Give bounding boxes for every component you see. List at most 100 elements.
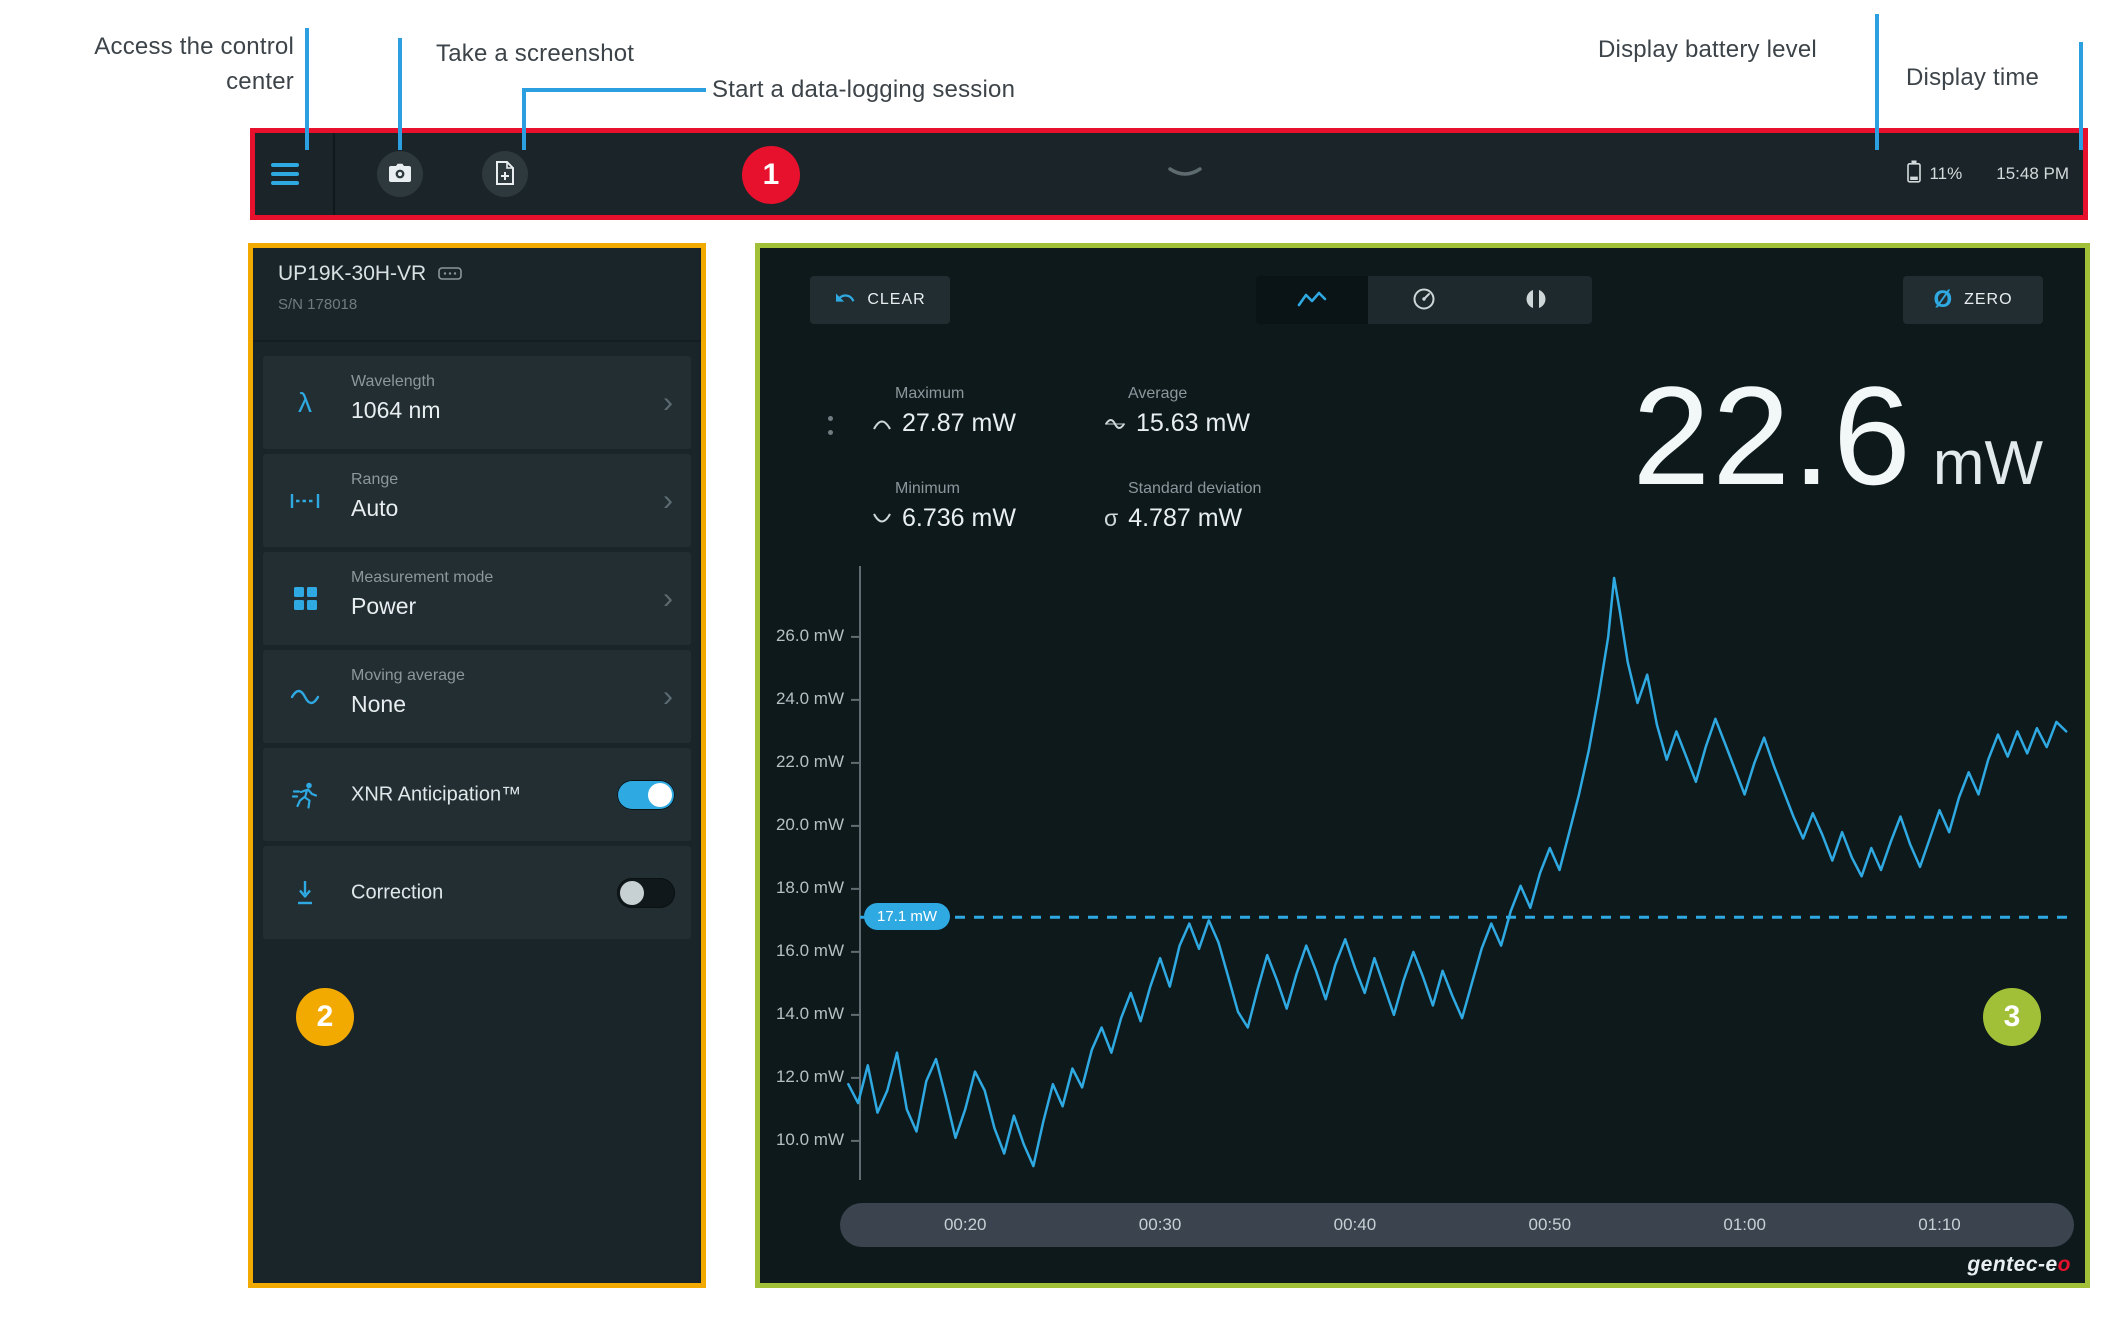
moving-average-sine-icon — [277, 650, 333, 743]
chevron-down-icon[interactable] — [1167, 165, 1203, 183]
y-axis-label: 12.0 mW — [775, 1066, 844, 1086]
setting-value: Power — [351, 593, 417, 619]
tab-line-chart[interactable] — [1256, 276, 1368, 324]
leader-line-control-center — [305, 28, 309, 150]
menu-icon[interactable] — [271, 163, 299, 185]
y-axis-label: 22.0 mW — [775, 751, 844, 771]
clear-label: CLEAR — [867, 291, 926, 308]
x-axis-label: 00:40 — [1333, 1215, 1377, 1234]
stat-value-std-dev: σ 4.787 mW — [1104, 504, 1243, 532]
chevron-right-icon: › — [663, 581, 673, 615]
stat-label-maximum: Maximum — [895, 385, 965, 402]
setting-label: Wavelength — [351, 373, 435, 390]
display-mode-tabs — [1256, 276, 1592, 324]
y-axis-label: 26.0 mW — [775, 625, 844, 645]
range-icon — [277, 454, 333, 547]
display-frame: CLEAR Ø ZERO Maximum 27.87 mW Average 15… — [755, 243, 2090, 1288]
annotation-screenshot: Take a screenshot — [436, 40, 635, 67]
setting-label: Correction — [351, 881, 444, 903]
stat-label-average: Average — [1128, 385, 1188, 402]
leader-line-datalog-h — [522, 88, 706, 92]
chevron-right-icon: › — [663, 679, 673, 713]
battery-icon — [1907, 160, 1922, 188]
annotation-control-center: Access the control center — [94, 33, 294, 95]
setting-measurement-mode[interactable]: Measurement mode Power › — [263, 552, 691, 645]
setting-wavelength[interactable]: λ Wavelength 1064 nm › — [263, 356, 691, 449]
zero-label: ZERO — [1964, 291, 2013, 308]
setting-label: Measurement mode — [351, 569, 494, 586]
screenshot-button[interactable] — [377, 151, 423, 197]
callout-badge-1: 1 — [742, 146, 800, 204]
setting-xnr-anticipation[interactable]: XNR Anticipation™ — [263, 748, 691, 841]
camera-icon — [388, 163, 412, 186]
settings-panel: UP19K-30H-VR S/N 178018 λ Wavelength 106… — [253, 248, 701, 1283]
xnr-toggle[interactable] — [617, 779, 675, 810]
clear-button[interactable]: CLEAR — [810, 276, 950, 324]
setting-correction[interactable]: Correction — [263, 846, 691, 939]
setting-label: Moving average — [351, 667, 465, 684]
correction-toggle[interactable] — [617, 877, 675, 908]
device-name-row: UP19K-30H-VR — [278, 262, 463, 286]
setting-value: 1064 nm — [351, 397, 441, 423]
y-axis-label: 10.0 mW — [775, 1129, 844, 1149]
page: Access the control center Take a screens… — [0, 0, 2121, 1338]
y-axis-label: 16.0 mW — [775, 940, 844, 960]
divider — [253, 340, 701, 342]
callout-badge-3: 3 — [1983, 988, 2041, 1046]
device-name: UP19K-30H-VR — [278, 262, 427, 285]
clock-text: 15:48 PM — [1996, 164, 2069, 183]
analog-meter-icon — [1522, 289, 1550, 312]
x-axis-label: 00:30 — [1138, 1215, 1182, 1234]
wavelength-lambda-icon: λ — [298, 386, 312, 418]
zero-icon: Ø — [1933, 286, 1954, 313]
stat-value-minimum: 6.736 mW — [872, 504, 1016, 533]
setting-moving-average[interactable]: Moving average None › — [263, 650, 691, 743]
chevron-right-icon: › — [663, 385, 673, 419]
device-serial: S/N 178018 — [278, 296, 358, 313]
annotation-time: Display time — [1906, 64, 2040, 91]
setting-label: XNR Anticipation™ — [351, 783, 522, 805]
topbar-status: 11% 15:48 PM — [1907, 160, 2069, 188]
average-icon — [1104, 409, 1126, 438]
threshold-badge[interactable]: 17.1 mW — [864, 903, 951, 931]
y-axis-label: 18.0 mW — [775, 877, 844, 897]
gentec-logo: gentec-eo — [1967, 1253, 2071, 1276]
line-chart-icon — [1297, 290, 1327, 311]
y-axis-label: 24.0 mW — [775, 688, 844, 708]
reading-value: 22.6 — [1632, 357, 1913, 514]
leader-line-screenshot — [398, 38, 402, 150]
x-axis-label: 00:50 — [1528, 1215, 1572, 1234]
maximum-icon — [872, 409, 892, 438]
setting-label: Range — [351, 471, 399, 488]
topbar-divider — [333, 133, 335, 215]
measurement-display: CLEAR Ø ZERO Maximum 27.87 mW Average 15… — [760, 248, 2085, 1283]
setting-range[interactable]: Range Auto › — [263, 454, 691, 547]
minimum-icon — [872, 504, 892, 533]
connector-icon — [438, 262, 463, 286]
stat-value-maximum: 27.87 mW — [872, 409, 1016, 438]
sigma-icon: σ — [1104, 505, 1119, 531]
datalog-button[interactable] — [482, 151, 528, 197]
callout-badge-2: 2 — [296, 988, 354, 1046]
zero-button[interactable]: Ø ZERO — [1903, 276, 2043, 324]
datalog-file-plus-icon — [495, 160, 515, 188]
power-chart — [847, 566, 2072, 1180]
annotation-datalog: Start a data-logging session — [712, 76, 1016, 103]
stats-handle-icon[interactable] — [828, 416, 833, 435]
tab-gauge[interactable] — [1368, 276, 1480, 324]
y-axis-label: 20.0 mW — [775, 814, 844, 834]
stat-value-average: 15.63 mW — [1104, 409, 1250, 438]
measurement-mode-grid-icon — [277, 552, 333, 645]
leader-line-battery — [1875, 14, 1879, 150]
stat-label-std-dev: Standard deviation — [1128, 480, 1262, 497]
annotation-battery: Display battery level — [1598, 36, 1817, 63]
battery-indicator: 11% — [1907, 160, 1962, 188]
undo-icon — [834, 289, 856, 312]
gauge-icon — [1412, 287, 1436, 314]
time-axis-scrollbar[interactable]: 00:20 00:30 00:40 00:50 01:00 01:10 — [840, 1203, 2074, 1247]
runner-icon — [277, 748, 333, 841]
leader-line-time — [2079, 42, 2083, 150]
reading-unit: mW — [1932, 429, 2043, 498]
x-axis-label: 01:00 — [1723, 1215, 1766, 1234]
tab-analog-meter[interactable] — [1480, 276, 1592, 324]
